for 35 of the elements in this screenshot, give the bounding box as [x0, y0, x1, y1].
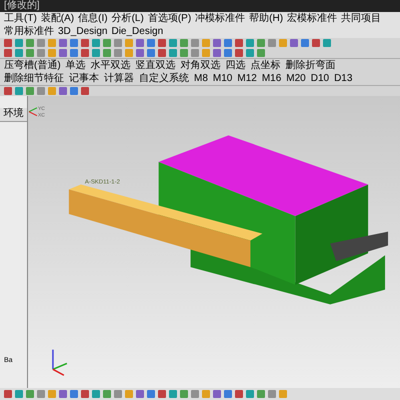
command-button[interactable]: D13	[334, 72, 352, 85]
command-button[interactable]: 竖直双选	[136, 59, 176, 72]
command-button[interactable]: 四选	[226, 59, 246, 72]
menu-item[interactable]: 工具(T)	[4, 12, 37, 25]
command-button[interactable]: 单选	[66, 59, 86, 72]
command-button[interactable]: M10	[212, 72, 232, 85]
work-axes-icon	[28, 107, 38, 116]
command-button[interactable]: 删除折弯面	[286, 59, 336, 72]
command-button[interactable]: M20	[286, 72, 306, 85]
menu-item[interactable]: 信息(I)	[78, 12, 108, 25]
command-button[interactable]: M16	[262, 72, 282, 85]
menu-item[interactable]: 分析(L)	[112, 12, 144, 25]
window-title: [修改的]	[4, 1, 40, 11]
command-button[interactable]: 记事本	[69, 72, 99, 85]
menu-item[interactable]: 帮助(H)	[249, 12, 284, 25]
command-button[interactable]: 压弯槽(普通)	[4, 59, 61, 72]
command-button[interactable]: D10	[310, 72, 330, 85]
command-button[interactable]: 对角双选	[180, 59, 221, 72]
axis-triad-icon	[52, 350, 68, 376]
command-button[interactable]: 水平双选	[90, 59, 131, 72]
command-button[interactable]: M12	[237, 72, 257, 85]
panel-header: 环境	[0, 108, 27, 122]
menu-item[interactable]: 冲模标准件	[195, 12, 246, 25]
command-button[interactable]: 删除细节特征	[4, 72, 64, 85]
command-button[interactable]: 计算器	[104, 72, 134, 85]
menu-item[interactable]: 常用标准件	[4, 25, 54, 38]
menu-item[interactable]: 首选项(P)	[148, 12, 192, 25]
menu-item[interactable]: 共同项目	[341, 12, 382, 25]
menu-item[interactable]: Die_Design	[111, 25, 164, 38]
menu-item[interactable]: 3D_Design	[58, 25, 108, 38]
menu-item[interactable]: 装配(A)	[40, 12, 74, 25]
command-button[interactable]: 点坐标	[250, 59, 281, 72]
command-button[interactable]: 自定义系统	[139, 72, 189, 85]
menu-item[interactable]: 宏模标准件	[287, 12, 338, 25]
command-button[interactable]: M8	[194, 72, 208, 85]
